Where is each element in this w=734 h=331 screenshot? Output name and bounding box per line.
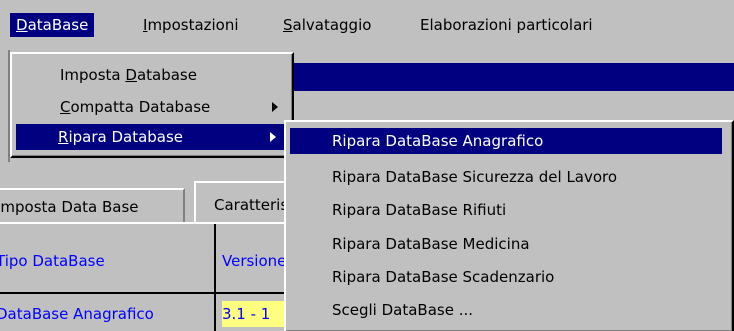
grid-header-tipo-database: Tipo DataBase	[0, 252, 105, 270]
menu-item-ripara-medicina[interactable]: Ripara DataBase Medicina	[288, 231, 730, 257]
menu-item-ripara-anagrafico[interactable]: Ripara DataBase Anagrafico	[290, 128, 722, 154]
tab-caratteristiche[interactable]: Caratteristiche	[194, 181, 290, 222]
menu-impostazioni[interactable]: Impostazioni	[137, 13, 245, 37]
tab-imposta-data-base[interactable]: Imposta Data Base	[0, 188, 185, 222]
grid-cell-tipo[interactable]: DataBase Anagrafico	[0, 299, 210, 329]
menu-item-imposta-database[interactable]: Imposta Database	[14, 62, 290, 88]
menu-salvataggio[interactable]: Salvataggio	[277, 13, 377, 37]
menu-item-ripara-rifiuti[interactable]: Ripara DataBase Rifiuti	[288, 197, 730, 223]
menu-item-ripara-database[interactable]: Ripara Database	[16, 124, 284, 150]
window-edge	[0, 50, 10, 162]
grid-column-divider	[214, 224, 216, 331]
grid-header-versione: Versione	[222, 252, 286, 270]
menu-elaborazioni-particolari[interactable]: Elaborazioni particolari	[414, 13, 599, 37]
menu-item-compatta-database[interactable]: Compatta Database	[14, 94, 290, 120]
ripara-database-submenu: Ripara DataBase Anagrafico Ripara DataBa…	[284, 120, 734, 331]
menu-item-scegli-database[interactable]: Scegli DataBase ...	[288, 297, 730, 323]
submenu-arrow-icon	[272, 102, 278, 112]
submenu-arrow-icon	[270, 132, 276, 142]
database-dropdown-menu: Imposta Database Compatta Database Ripar…	[10, 52, 294, 158]
menu-bar: DataBase Impostazioni Salvataggio Elabor…	[0, 0, 734, 44]
menu-item-ripara-sicurezza-lavoro[interactable]: Ripara DataBase Sicurezza del Lavoro	[288, 164, 730, 190]
menu-item-ripara-scadenzario[interactable]: Ripara DataBase Scadenzario	[288, 264, 730, 290]
grid-cell-versione-selected[interactable]: 3.1 - 1	[222, 301, 286, 327]
menu-database[interactable]: DataBase	[10, 13, 95, 37]
